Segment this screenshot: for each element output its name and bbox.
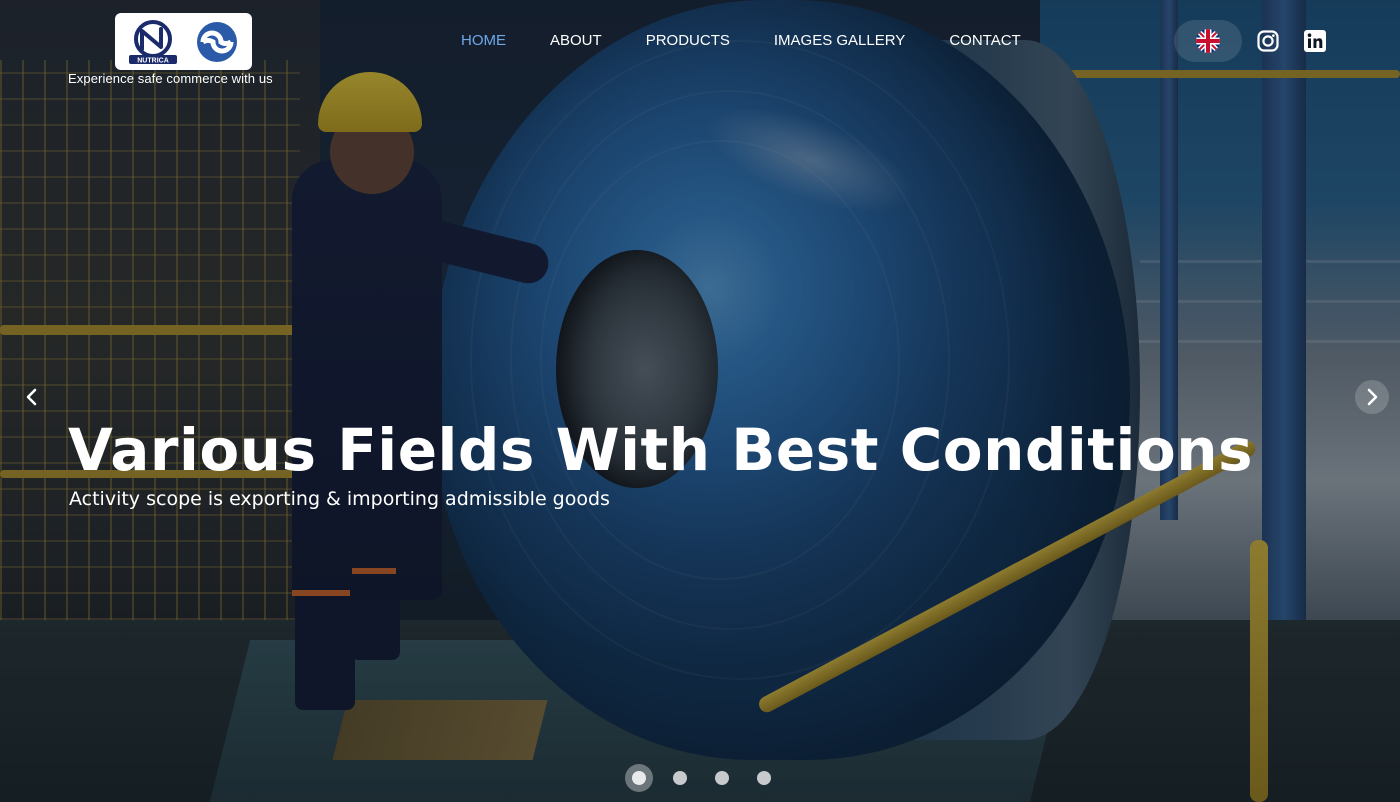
carousel-dot-1[interactable] [625, 764, 653, 792]
chevron-left-icon [26, 388, 37, 406]
swirl-logo-icon [196, 21, 237, 62]
site-logo[interactable]: NUTRICA [115, 13, 252, 70]
carousel-next-button[interactable] [1355, 380, 1389, 414]
nav-products[interactable]: PRODUCTS [646, 32, 730, 49]
dark-overlay [0, 0, 1400, 802]
tagline: Experience safe commerce with us [68, 71, 273, 86]
carousel-dot-3[interactable] [715, 771, 729, 785]
carousel-prev-button[interactable] [15, 380, 49, 414]
nav-about[interactable]: ABOUT [550, 32, 602, 49]
language-selector[interactable] [1174, 20, 1242, 62]
uk-flag-icon [1196, 29, 1220, 53]
carousel-indicators [625, 764, 799, 792]
nutrica-n-logo-icon: NUTRICA [128, 19, 177, 64]
nav-images-gallery[interactable]: IMAGES GALLERY [774, 32, 905, 49]
instagram-icon[interactable] [1257, 30, 1279, 52]
hero-background [0, 0, 1400, 802]
linkedin-icon[interactable] [1304, 30, 1326, 52]
hero-subtitle: Activity scope is exporting & importing … [69, 488, 610, 510]
carousel-dot-4[interactable] [757, 771, 771, 785]
hero-title: Various Fields With Best Conditions [68, 416, 1254, 484]
nav-home[interactable]: HOME [461, 32, 506, 49]
main-nav: HOME ABOUT PRODUCTS IMAGES GALLERY CONTA… [461, 32, 1065, 49]
chevron-right-icon [1367, 388, 1378, 406]
carousel-dot-2[interactable] [673, 771, 687, 785]
svg-text:NUTRICA: NUTRICA [137, 57, 169, 64]
nav-contact[interactable]: CONTACT [949, 32, 1020, 49]
